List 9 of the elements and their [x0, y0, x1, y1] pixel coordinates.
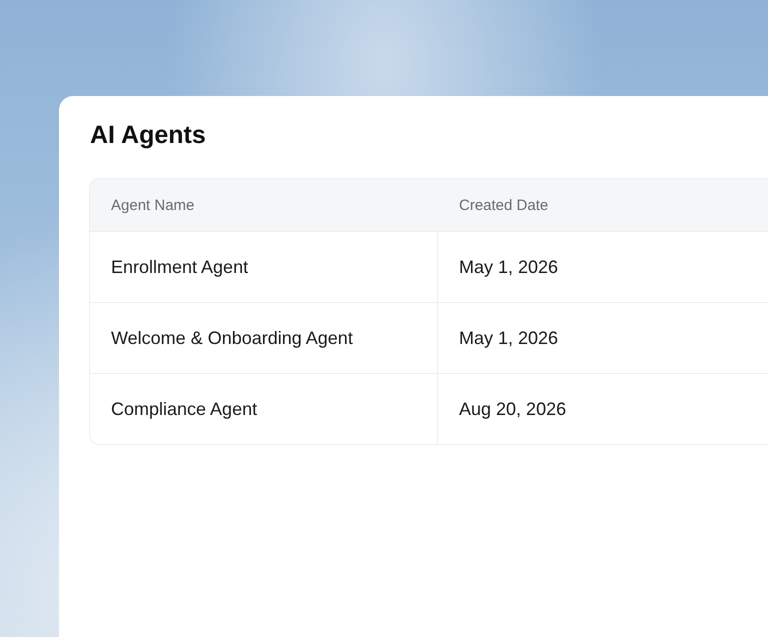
table-cell: Enrollment Agent — [90, 232, 438, 302]
page-title: AI Agents — [90, 120, 207, 151]
column-header: Agent Name — [110, 196, 196, 216]
table-cell-text: Aug 20, 2026 — [458, 398, 568, 421]
table-cell: Welcome & Onboarding Agent — [90, 303, 438, 373]
column-header: Created Date — [458, 196, 550, 216]
table-cell-text: May 1, 2026 — [458, 326, 560, 350]
table-cell-text: May 1, 2026 — [458, 256, 560, 279]
table-cell: Compliance Agent — [90, 374, 438, 444]
